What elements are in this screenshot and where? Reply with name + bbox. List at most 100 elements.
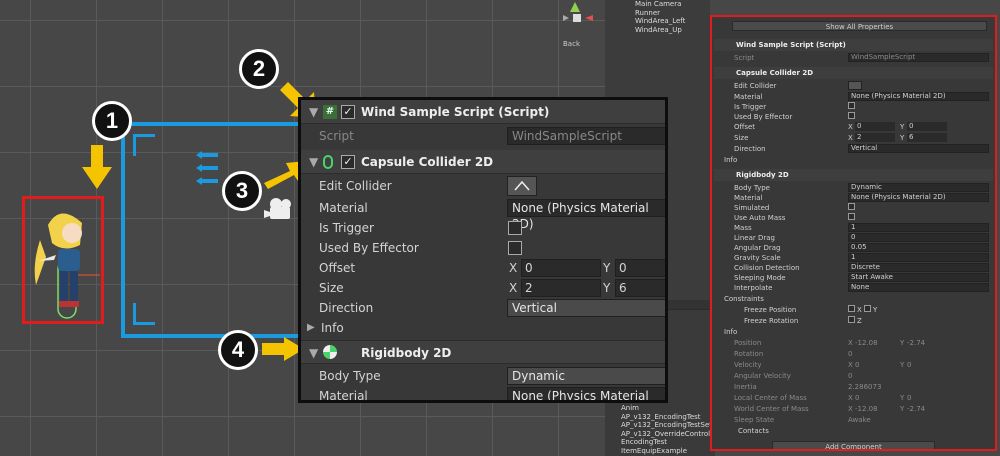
step-badge-4: 4	[218, 330, 258, 370]
sleeping-mode-dropdown[interactable]: Start Awake	[848, 273, 989, 282]
collision-detection-label: Collision Detection	[734, 264, 800, 272]
hierarchy-item[interactable]: WindArea_Up	[605, 26, 710, 35]
edit-collider-label: Edit Collider	[319, 179, 392, 193]
script-label: Script	[734, 54, 755, 62]
project-item[interactable]: EncodingTest	[605, 438, 715, 447]
angular-drag-field[interactable]: 0.05	[848, 243, 989, 252]
foldout-arrow-icon[interactable]: ▼	[309, 150, 318, 174]
rigidbody-header[interactable]: Rigidbody 2D	[714, 169, 993, 181]
sleep-state-label: Sleep State	[734, 416, 775, 424]
y-label: Y	[873, 306, 878, 314]
size-x-field[interactable]: 2	[855, 133, 895, 142]
size-y-field[interactable]: 6	[907, 133, 947, 142]
info-foldout[interactable]: Info	[321, 318, 344, 338]
x-label: X	[857, 306, 862, 314]
used-by-effector-label: Used By Effector	[734, 113, 793, 121]
project-item[interactable]: Anim	[605, 404, 715, 413]
x-label: X	[848, 405, 853, 413]
wind-script-header[interactable]: Wind Sample Script (Script)	[714, 39, 993, 51]
z-label: Z	[857, 317, 862, 325]
body-type-dropdown[interactable]: Dynamic	[507, 367, 665, 385]
direction-dropdown[interactable]: Vertical	[507, 299, 665, 317]
is-trigger-label: Is Trigger	[319, 221, 374, 235]
used-by-effector-checkbox[interactable]	[848, 112, 855, 119]
project-item[interactable]: AP_v132_EncodingTestSett	[605, 421, 715, 430]
material-label: Material	[734, 93, 763, 101]
is-trigger-checkbox[interactable]	[508, 221, 522, 235]
y-label: Y	[900, 339, 905, 347]
offset-y-field[interactable]: 0	[907, 122, 947, 131]
direction-dropdown[interactable]: Vertical	[848, 144, 989, 153]
character-sprite[interactable]	[30, 205, 100, 320]
foldout-arrow-icon[interactable]: ▶	[307, 318, 315, 338]
material-label: Material	[319, 389, 368, 403]
foldout-arrow-icon[interactable]: ▼	[309, 100, 318, 124]
offset-x-field[interactable]: 0	[855, 122, 895, 131]
material-field[interactable]: None (Physics Material 2D)	[848, 193, 989, 202]
edit-collider-button[interactable]	[848, 81, 862, 90]
hierarchy-item[interactable]: WindArea_Left	[605, 17, 710, 26]
linear-drag-label: Linear Drag	[734, 234, 775, 242]
script-label: Script	[319, 129, 354, 143]
scene-gizmo-icon[interactable]	[555, 0, 600, 40]
size-x-field[interactable]: 2	[521, 279, 601, 297]
simulated-checkbox[interactable]	[848, 203, 855, 210]
back-label[interactable]: Back	[563, 40, 580, 48]
y-label: Y	[900, 123, 905, 131]
used-by-effector-label: Used By Effector	[319, 241, 419, 255]
angular-velocity-label: Angular Velocity	[734, 372, 791, 380]
sleep-state-value: Awake	[848, 416, 871, 424]
capsule-collider-icon	[323, 155, 333, 169]
foldout-arrow-icon[interactable]: ▼	[309, 341, 318, 365]
show-all-properties-button[interactable]: Show All Properties	[732, 21, 987, 31]
rotation-value: 0	[848, 350, 853, 358]
use-auto-mass-checkbox[interactable]	[848, 213, 855, 220]
gravity-scale-field[interactable]: 1	[848, 253, 989, 262]
offset-label: Offset	[319, 261, 356, 275]
x-label: X	[848, 339, 853, 347]
world-com-x-value: -12.08	[855, 405, 878, 413]
material-field[interactable]: None (Physics Material 2D)	[848, 92, 989, 101]
direction-label: Direction	[319, 301, 374, 315]
constraints-foldout[interactable]: Constraints	[724, 294, 764, 304]
body-type-dropdown[interactable]: Dynamic	[848, 183, 989, 192]
velocity-y-value: 0	[907, 361, 912, 369]
material-field[interactable]: None (Physics Material 2D)	[507, 199, 665, 231]
is-trigger-checkbox[interactable]	[848, 102, 855, 109]
mass-field[interactable]: 1	[848, 223, 989, 232]
edit-collider-button[interactable]	[507, 176, 537, 196]
body-type-label: Body Type	[319, 369, 381, 383]
project-item[interactable]: AP_v132_OverrideControll	[605, 430, 715, 439]
enable-checkbox[interactable]: ✓	[341, 105, 355, 119]
rotation-label: Rotation	[734, 350, 764, 358]
info-foldout[interactable]: Info	[724, 327, 737, 337]
size-y-field[interactable]: 6	[615, 279, 665, 297]
collision-detection-dropdown[interactable]: Discrete	[848, 263, 989, 272]
info-foldout[interactable]: Info	[724, 155, 737, 165]
add-component-button[interactable]: Add Component	[772, 441, 935, 449]
wind-script-title: Wind Sample Script (Script)	[361, 105, 550, 119]
contacts-foldout[interactable]: Contacts	[738, 426, 769, 436]
freeze-position-y-checkbox[interactable]	[864, 305, 871, 312]
position-y-value: -2.74	[907, 339, 926, 347]
interpolate-dropdown[interactable]: None	[848, 283, 989, 292]
x-label: X	[848, 134, 853, 142]
body-type-label: Body Type	[734, 184, 770, 192]
hierarchy-item[interactable]: Main Camera	[605, 0, 710, 9]
step-badge-1: 1	[92, 101, 132, 141]
capsule-collider-header[interactable]: Capsule Collider 2D	[714, 67, 993, 79]
linear-drag-field[interactable]: 0	[848, 233, 989, 242]
y-label: Y	[603, 281, 611, 295]
offset-y-field[interactable]: 0	[615, 259, 665, 277]
enable-checkbox[interactable]: ✓	[341, 155, 355, 169]
offset-x-field[interactable]: 0	[521, 259, 601, 277]
hierarchy-item[interactable]: Runner	[605, 9, 710, 18]
project-item[interactable]: ItemEquipExample	[605, 447, 715, 456]
material-field[interactable]: None (Physics Material 2D)	[507, 387, 665, 400]
x-label: X	[509, 281, 518, 295]
freeze-position-x-checkbox[interactable]	[848, 305, 855, 312]
offset-label: Offset	[734, 123, 756, 131]
used-by-effector-checkbox[interactable]	[508, 241, 522, 255]
freeze-rotation-z-checkbox[interactable]	[848, 316, 855, 323]
project-item[interactable]: AP_v132_EncodingTest	[605, 413, 715, 422]
